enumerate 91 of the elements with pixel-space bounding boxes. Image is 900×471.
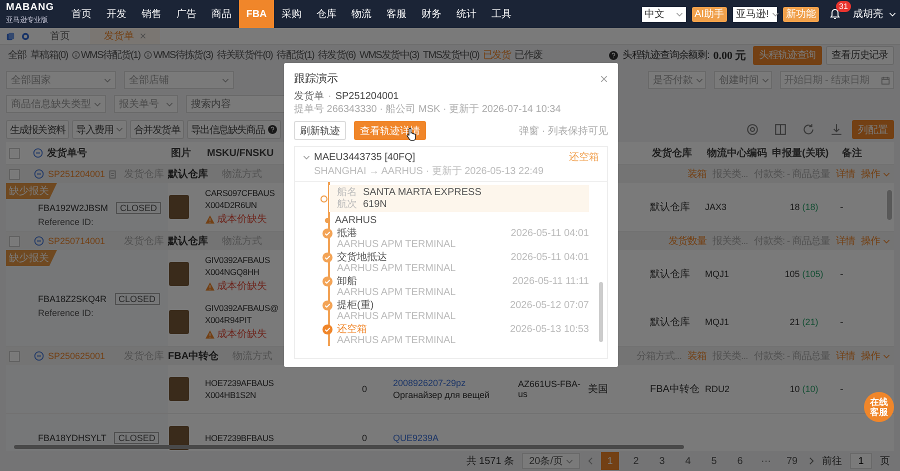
fnsku-text: X004D2R6UN — [205, 200, 257, 210]
event-name: 卸船 — [337, 276, 358, 287]
total-count: 共 1571 条 — [466, 454, 514, 468]
event-place: AARHUS APM TERMINAL — [337, 239, 456, 250]
center-code-text: JAX3 — [705, 202, 727, 212]
container-status: 还空箱 — [569, 150, 599, 164]
vessel-label: 船名 — [337, 187, 357, 198]
shipment-id: FBA192W2JBSM — [38, 202, 108, 212]
event-name: 抵港 — [337, 228, 358, 239]
note-text: - — [840, 384, 844, 394]
declared-quantity: 21 (21) — [790, 317, 818, 327]
group-info-text: 装箱 — [687, 168, 706, 181]
event-place: AARHUS APM TERMINAL — [337, 335, 456, 346]
shipment-id: FBA18YDHSYLT — [38, 433, 106, 443]
declared-quantity: 18 (18) — [790, 202, 818, 212]
event-name: 还空箱 — [337, 324, 368, 335]
reference-id-label: Reference ID: — [38, 216, 95, 226]
msku-text: CARS097CFBAUS — [205, 188, 275, 198]
column-header: 物流中心编码 — [707, 146, 767, 160]
column-header: MSKU/FNSKU — [207, 148, 274, 158]
quantity-text: 0 — [362, 384, 367, 394]
product-name: Органайзер для вещей — [393, 390, 490, 400]
msku-text: GIV0392AFBAUS@ — [205, 303, 278, 313]
location-name: AARHUS — [335, 215, 377, 226]
fnsku-text: X004R94PIT — [205, 315, 252, 325]
column-header: 备注 — [842, 146, 862, 160]
order-number: SP251204001 — [335, 90, 399, 103]
warehouse-text: FBA中转仓 — [650, 382, 700, 396]
warehouse-text: 默认仓库 — [650, 316, 690, 329]
column-header: 发货单号 — [47, 146, 87, 160]
warehouse-name: 默认仓库 — [168, 234, 208, 248]
event-time: 2026-05-12 07:07 — [510, 300, 589, 311]
voyage-label: 航次 — [337, 199, 357, 210]
column-header: 申报量(关联) — [772, 146, 829, 160]
status-tag: CLOSED — [114, 292, 160, 304]
goto-label: 前往 — [822, 454, 842, 468]
column-header: 发货仓库 — [652, 146, 692, 160]
account-text: AZ661US-FBA-us — [518, 379, 582, 399]
warehouse-name: 默认仓库 — [168, 167, 208, 181]
event-time: 2026-05-11 11:11 — [512, 276, 589, 287]
balance-amount: 0.00 元 — [713, 48, 746, 62]
event-name: 交货地抵达 — [337, 252, 388, 263]
note-text: - — [840, 316, 844, 328]
declared-quantity: 10 (10) — [790, 384, 818, 394]
msku-text: HOE7239BFBAUS — [205, 433, 274, 443]
notification-count-badge: 31 — [836, 1, 851, 12]
warehouse-text: 默认仓库 — [650, 200, 690, 214]
reference-id-label: Reference ID: — [38, 308, 95, 318]
group-info-text: 装箱 — [687, 350, 706, 363]
missing-tag: 缺少报关 — [6, 183, 57, 199]
voyage-number: 619N — [363, 199, 387, 210]
event-place: AARHUS APM TERMINAL — [337, 287, 456, 298]
warehouse-text: 默认仓库 — [650, 268, 690, 281]
note-text: - — [840, 202, 844, 212]
event-time: 2026-05-13 10:53 — [510, 324, 589, 335]
balance-label: 头程轨迹查询余额剩: — [622, 48, 710, 62]
fnsku-text: X004HB1S2N — [205, 390, 256, 400]
event-name: 提柜(重) — [337, 300, 375, 311]
group-info-text: 发货数量 — [668, 235, 706, 248]
msku-text: GIV0392AFBAUS — [205, 255, 270, 265]
page-tab-label: 首页 — [50, 30, 70, 43]
event-time: 2026-05-11 04:01 — [510, 252, 589, 263]
center-code-text: MQJ1 — [705, 317, 730, 327]
dialog-title: 跟踪演示 — [294, 72, 338, 86]
event-place: AARHUS APM TERMINAL — [337, 311, 456, 322]
column-header: 图片 — [171, 146, 191, 160]
vessel-name: SANTA MARTA EXPRESS — [363, 187, 482, 198]
route-text: SHANGHAI → AARHUS · 更新于 2026-05-13 22:49 — [314, 164, 545, 178]
event-time: 2026-05-11 04:01 — [510, 228, 589, 239]
status-tag: CLOSED — [114, 432, 160, 444]
warning-text: 成本价缺失 — [217, 280, 267, 293]
separator-dot: · — [328, 90, 332, 103]
warehouse-name: FBA中转仓 — [168, 350, 219, 363]
page-tab-label: 发货单 — [104, 30, 134, 43]
warning-text: 成本价缺失 — [217, 212, 267, 226]
warning-text: 成本价缺失 — [217, 328, 267, 341]
fnsku-text: X004NGQ8HH — [205, 267, 260, 277]
hint-text: 弹窗 · 列表保持可见 — [519, 124, 608, 138]
note-text: - — [840, 268, 844, 280]
event-place: AARHUS APM TERMINAL — [337, 263, 456, 274]
shipment-id: FBA18Z2SKQ4R — [38, 294, 107, 304]
status-tag: CLOSED — [116, 202, 162, 214]
msku-text: HOE7239AFBAUS — [205, 378, 274, 388]
center-code-text: MQJ1 — [705, 269, 730, 279]
container-number: MAEU3443735 [40FQ] — [314, 152, 416, 162]
quantity-text: 0 — [362, 433, 367, 443]
declared-quantity: 105 (105) — [784, 269, 824, 279]
country-text: 美国 — [588, 382, 608, 396]
missing-tag: 缺少报关 — [6, 250, 57, 266]
center-code-text: RDU2 — [705, 384, 730, 394]
page-suffix: 页 — [880, 455, 890, 468]
